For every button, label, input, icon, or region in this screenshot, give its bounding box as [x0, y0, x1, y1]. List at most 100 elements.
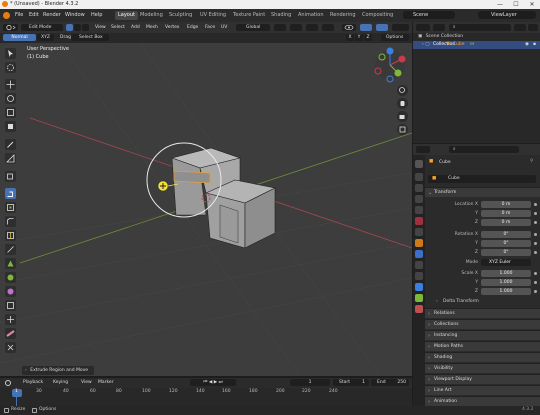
keyframe-dot[interactable] [534, 221, 537, 224]
3d-viewport[interactable]: User Perspective (1) Cube › Extrude Regi… [0, 43, 412, 376]
menu-render[interactable]: Render [43, 12, 61, 18]
tool-transform[interactable] [5, 121, 16, 132]
menu-file[interactable]: File [15, 12, 23, 18]
tool-measure[interactable] [5, 153, 16, 164]
timeline-area[interactable] [0, 388, 412, 406]
tool-shrink-fatten[interactable] [5, 314, 16, 325]
zoom-button[interactable] [397, 85, 408, 96]
keyframe-dot[interactable] [534, 242, 537, 245]
location-y-field[interactable]: 0 m [481, 210, 531, 217]
tab-physics[interactable] [415, 272, 423, 280]
tool-move[interactable] [5, 79, 16, 90]
tab-constraints[interactable] [415, 283, 423, 291]
tab-output[interactable] [415, 184, 423, 192]
perspective-toggle-button[interactable] [397, 124, 408, 135]
menu-select[interactable]: Select [109, 24, 127, 31]
animation-panel-header[interactable]: › Animation [425, 396, 540, 406]
transform-panel-header[interactable]: ⌄ Transform [425, 187, 540, 197]
playback-controls[interactable]: ⏮ ◀ ▶ ⏭ [190, 379, 236, 386]
relations-panel-header[interactable]: › Relations [425, 308, 540, 318]
rotation-mode-dropdown[interactable]: XYZ Euler [481, 259, 531, 266]
snap-button[interactable] [290, 24, 302, 31]
tab-animation[interactable]: Animation [295, 11, 327, 20]
mirror-y-button[interactable]: Y [355, 34, 363, 41]
menu-add[interactable]: Add [129, 24, 142, 31]
tab-scene[interactable] [415, 206, 423, 214]
tool-cursor[interactable] [5, 62, 16, 73]
location-x-field[interactable]: 0 m [481, 201, 531, 208]
delta-transform-row[interactable]: › Delta Transform [425, 298, 540, 306]
mirror-z-button[interactable]: Z [364, 34, 372, 41]
menu-help[interactable]: Help [91, 12, 102, 18]
shading-panel-header[interactable]: › Shading [425, 352, 540, 362]
mode-selector[interactable]: Edit Mode [21, 24, 63, 31]
datablock-field[interactable]: ■ Cube [428, 175, 536, 183]
scale-y-field[interactable]: 1.000 [481, 279, 531, 286]
tool-extrude-region[interactable] [5, 188, 16, 199]
start-frame-field[interactable]: Start 1 [333, 379, 369, 386]
scale-z-field[interactable]: 1.000 [481, 288, 531, 295]
proportional-edit-button[interactable] [306, 24, 318, 31]
menu-edit[interactable]: Edit [29, 12, 39, 18]
outliner-display-mode[interactable] [433, 24, 445, 31]
tool-rotate[interactable] [5, 93, 16, 104]
editor-type-button[interactable] [3, 24, 18, 31]
blender-menu-icon[interactable] [3, 12, 10, 19]
line-art-panel-header[interactable]: › Line Art [425, 385, 540, 395]
last-operator-panel[interactable]: › Extrude Region and Move [22, 366, 94, 375]
visibility-button[interactable] [342, 24, 356, 31]
menu-window[interactable]: Window [65, 12, 85, 18]
camera-view-button[interactable] [397, 111, 408, 122]
tab-texture-paint[interactable]: Texture Paint [230, 11, 268, 20]
outliner-row-scene-collection[interactable]: ▣ Scene Collection [413, 33, 540, 41]
motion-paths-panel-header[interactable]: › Motion Paths [425, 341, 540, 351]
current-frame-field[interactable]: 1 [290, 379, 330, 386]
gizmo-toggle-button[interactable] [360, 24, 372, 31]
face-select-button[interactable] [82, 24, 89, 31]
keyframe-dot[interactable] [534, 290, 537, 293]
tool-inset-faces[interactable] [5, 202, 16, 213]
tool-smooth[interactable] [5, 286, 16, 297]
vertex-select-button[interactable] [66, 24, 73, 31]
tool-shear[interactable] [5, 328, 16, 339]
keyframe-dot[interactable] [534, 281, 537, 284]
tab-modeling[interactable]: Modeling [137, 11, 166, 20]
visibility-panel-header[interactable]: › Visibility [425, 363, 540, 373]
tab-object[interactable] [415, 239, 423, 247]
tool-add-cube[interactable] [5, 171, 16, 182]
keyframe-dot[interactable] [534, 272, 537, 275]
viewport-display-panel-header[interactable]: › Viewport Display [425, 374, 540, 384]
keyframe-dot[interactable] [534, 251, 537, 254]
properties-search[interactable]: ⌕ [449, 146, 519, 153]
menu-keying[interactable]: Keying [51, 379, 70, 386]
tool-rip-region[interactable] [5, 342, 16, 353]
tab-render[interactable] [415, 173, 423, 181]
menu-playback[interactable]: Playback [21, 379, 45, 386]
end-frame-field[interactable]: End 250 [371, 379, 409, 386]
edge-select-button[interactable] [74, 24, 81, 31]
tab-rendering[interactable]: Rendering [327, 11, 359, 20]
shading-buttons[interactable] [392, 24, 409, 31]
tab-uv-editing[interactable]: UV Editing [197, 11, 229, 20]
tab-tool[interactable] [415, 160, 423, 168]
rotation-y-field[interactable]: 0° [481, 240, 531, 247]
clock-icon[interactable] [5, 380, 11, 386]
menu-marker[interactable]: Marker [96, 379, 116, 386]
menu-mesh[interactable]: Mesh [144, 24, 160, 31]
scene-selector[interactable]: Scene [403, 11, 455, 19]
tool-scale[interactable] [5, 107, 16, 118]
tab-sculpting[interactable]: Sculpting [166, 11, 195, 20]
pin-object-icon[interactable]: ⚲ [530, 159, 533, 164]
tab-world[interactable] [415, 217, 423, 225]
properties-editor-type[interactable] [416, 146, 430, 153]
orientation-selector[interactable]: Global [236, 24, 270, 31]
tab-layout[interactable]: Layout [115, 11, 138, 20]
navigation-gizmo[interactable] [374, 47, 406, 83]
menu-vertex[interactable]: Vertex [163, 24, 181, 31]
mirror-x-button[interactable]: X [346, 34, 354, 41]
tool-spin[interactable] [5, 272, 16, 283]
select-box-dropdown[interactable]: Select Box [71, 34, 109, 41]
tab-particles[interactable] [415, 261, 423, 269]
pan-button[interactable] [397, 98, 408, 109]
tool-annotate[interactable] [5, 139, 16, 150]
